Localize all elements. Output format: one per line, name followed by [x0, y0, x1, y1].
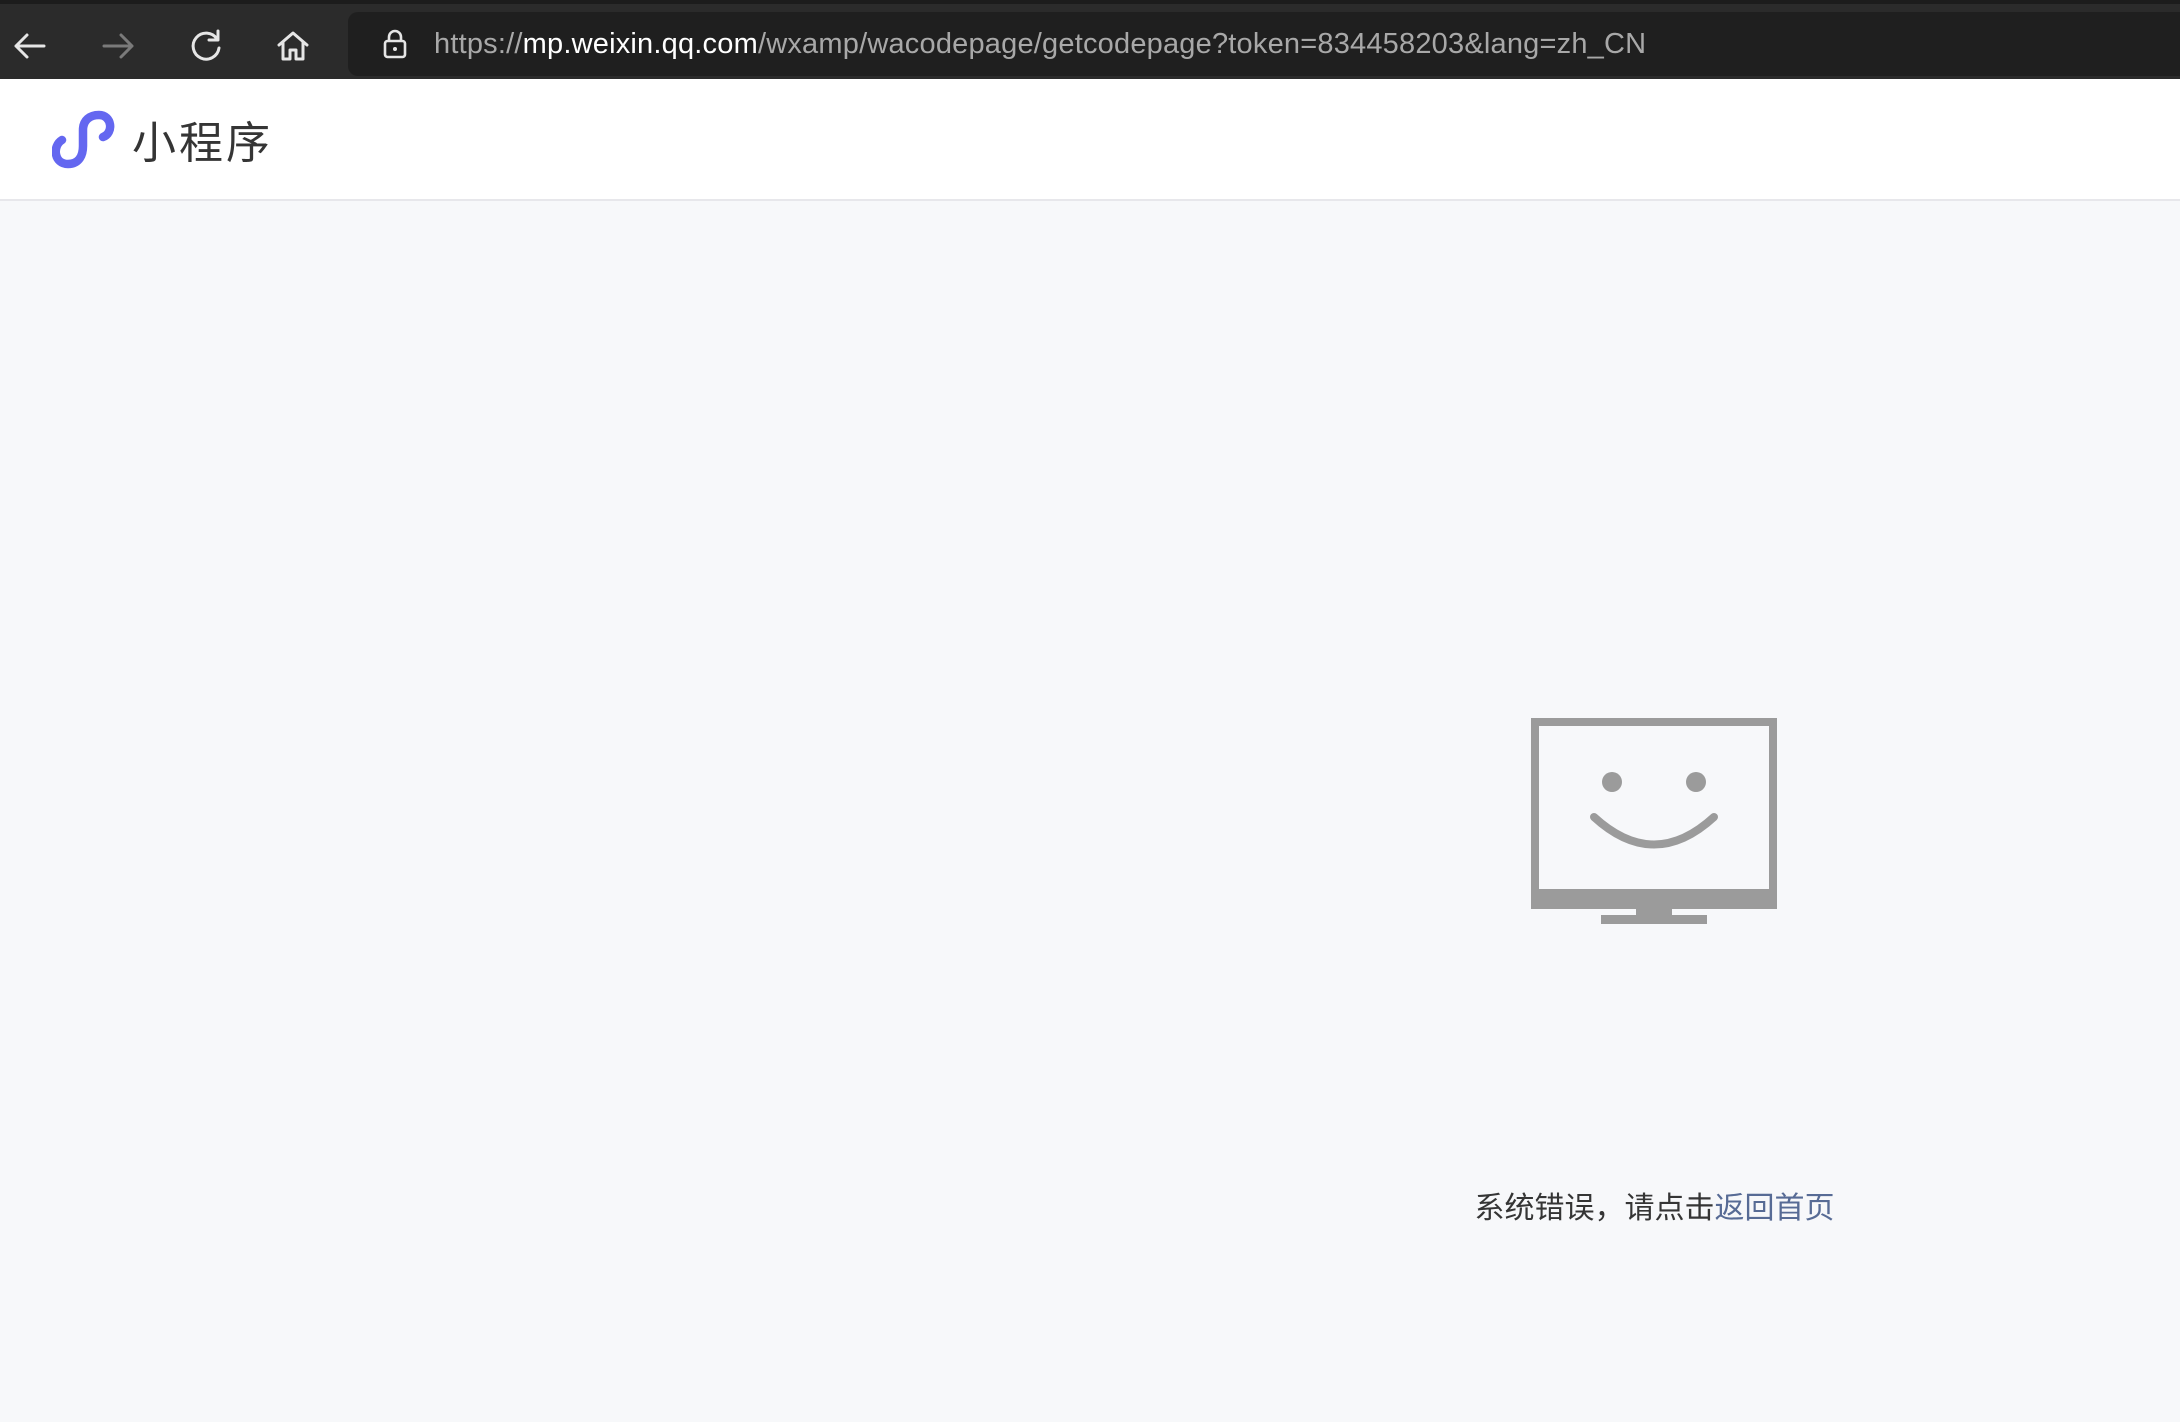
url-host: mp.weixin.qq.com — [522, 27, 758, 60]
smiling-monitor-icon — [1531, 718, 1777, 924]
url-path: /wxamp/wacodepage/getcodepage?token=8344… — [757, 27, 1647, 60]
reload-icon — [191, 29, 221, 61]
error-message: 系统错误，请点击返回首页 — [1462, 1183, 1847, 1229]
main-content: 系统错误，请点击返回首页 — [0, 201, 2180, 1422]
forward-arrow-icon — [102, 33, 134, 59]
return-home-link[interactable]: 返回首页 — [1715, 1191, 1835, 1226]
error-text: 系统错误，请点击 — [1474, 1191, 1715, 1226]
lock-icon[interactable] — [378, 27, 412, 61]
miniprogram-logo-icon[interactable] — [52, 108, 118, 170]
site-title[interactable]: 小程序 — [132, 107, 273, 171]
back-button[interactable] — [0, 14, 62, 78]
home-icon — [277, 31, 309, 61]
home-button[interactable] — [261, 14, 325, 78]
site-header: 小程序 — [0, 79, 2180, 201]
url-text: https://mp.weixin.qq.com/wxamp/wacodepag… — [434, 28, 1646, 61]
url-scheme: https:// — [434, 27, 523, 60]
back-arrow-icon — [14, 33, 46, 59]
address-bar[interactable]: https://mp.weixin.qq.com/wxamp/wacodepag… — [348, 12, 2180, 76]
reload-button[interactable] — [174, 14, 238, 78]
forward-button[interactable] — [86, 14, 150, 78]
browser-toolbar: https://mp.weixin.qq.com/wxamp/wacodepag… — [0, 0, 2180, 79]
